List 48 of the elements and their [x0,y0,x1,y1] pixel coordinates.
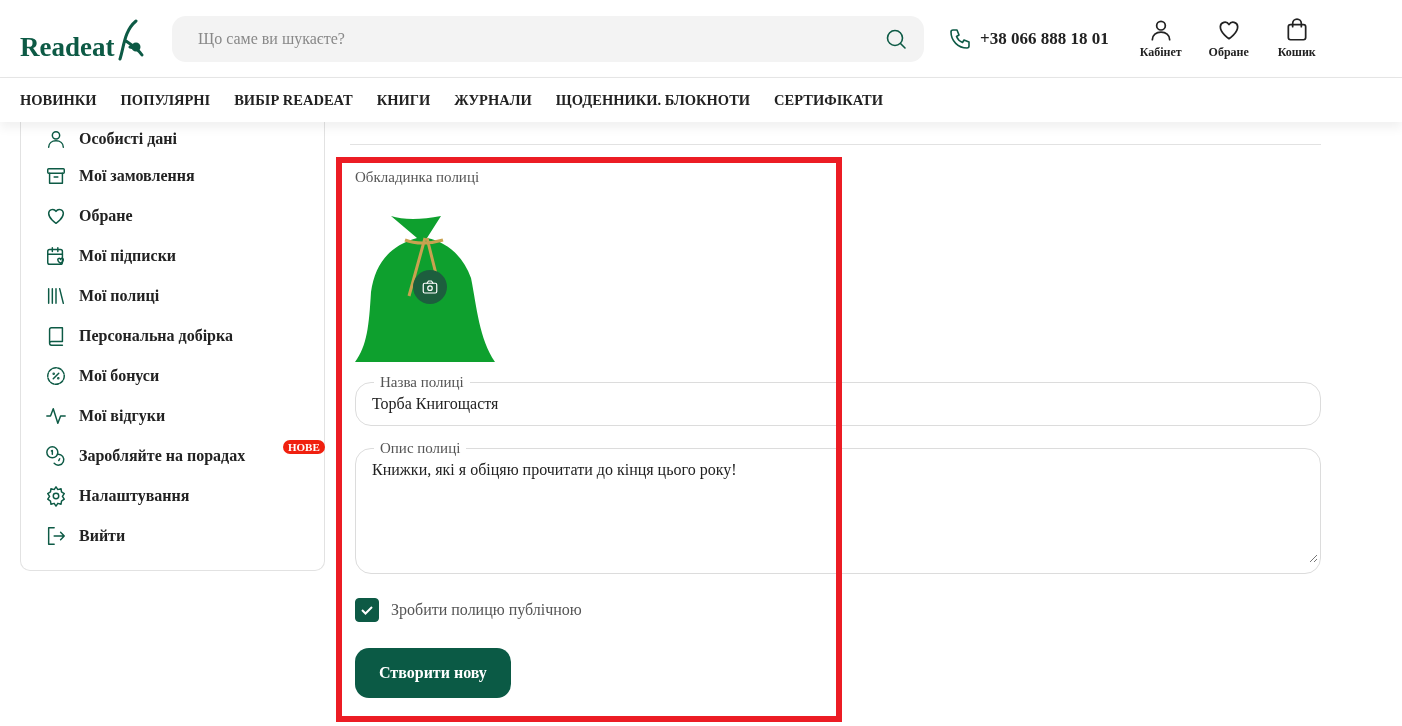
nav-link[interactable]: СЕРТИФІКАТИ [774,91,883,109]
create-button[interactable]: Створити нову [355,648,511,698]
search-bar[interactable]: Що саме ви шукаєте? [172,15,924,62]
sidebar-item[interactable]: Персональна добірка [45,316,324,356]
sidebar-item[interactable]: Мої полиці [45,276,324,316]
phone-number: +38 066 888 18 01 [980,28,1109,49]
pulse-line-icon [45,405,67,427]
sidebar-item[interactable]: Мої відгуки [45,396,324,436]
phone-icon [948,26,972,51]
shelf-name-field[interactable]: Назва полиці Торба Книгощастя [355,374,1321,426]
field-label: Опис полиці [379,440,462,457]
shelf-description-field[interactable]: Опис полиці Книжки, які я обіцяю прочитати до кінця цього року! [355,440,1321,574]
sidebar-item[interactable]: Мої бонуси [45,356,324,396]
camera-icon [421,278,439,296]
readeat-logo[interactable]: Readeat [20,16,148,61]
cover-label: Обкладинка полиці [355,169,481,186]
logout-icon [45,525,67,547]
header-action-link[interactable]: Кабінет [1134,17,1187,60]
nav-link[interactable]: ПОПУЛЯРНІ [120,91,211,109]
sidebar-item[interactable]: Обране [45,196,324,236]
checkbox-label: Зробити полицю публічною [391,601,582,619]
sidebar-item[interactable]: Мої замовлення [45,156,324,196]
coins-icon [45,445,67,467]
settings-icon [45,485,67,507]
nav-link[interactable]: ЩОДЕННИКИ. БЛОКНОТИ [555,91,751,109]
header-action-link[interactable]: Обране [1202,17,1255,60]
public-checkbox[interactable] [355,598,379,622]
sidebar-item[interactable]: Особисті дані [45,122,324,156]
sidebar-item[interactable]: Заробляйте на порадах НОВЕ [45,436,324,476]
nav-link[interactable]: НОВИНКИ [20,91,97,109]
nav-link[interactable]: КНИГИ [376,91,431,109]
sidebar-item[interactable]: Мої підписки [45,236,324,276]
header-action-link[interactable]: Кошик [1270,17,1323,60]
percent-badge-icon [45,365,67,387]
nav-link[interactable]: ВИБІР READEAT [234,91,353,109]
sidebar-item[interactable]: Налаштування [45,476,324,516]
new-badge: НОВЕ [283,440,325,454]
nav-link[interactable]: ЖУРНАЛИ [454,91,532,109]
archive-box-icon [45,165,67,187]
checkmark-icon [360,603,374,617]
shelf-name-input[interactable]: Торба Книгощастя [372,391,1304,413]
search-input[interactable]: Що саме ви шукаєте? [196,28,884,49]
person-icon [45,128,67,150]
field-label: Назва полиці [379,374,465,391]
bookshelf-icon [45,285,67,307]
shelf-description-input[interactable]: Книжки, які я обіцяю прочитати до кінця цього року! [372,457,1304,561]
sidebar-item[interactable]: Вийти [45,516,324,556]
resize-grip-icon [1308,553,1318,563]
